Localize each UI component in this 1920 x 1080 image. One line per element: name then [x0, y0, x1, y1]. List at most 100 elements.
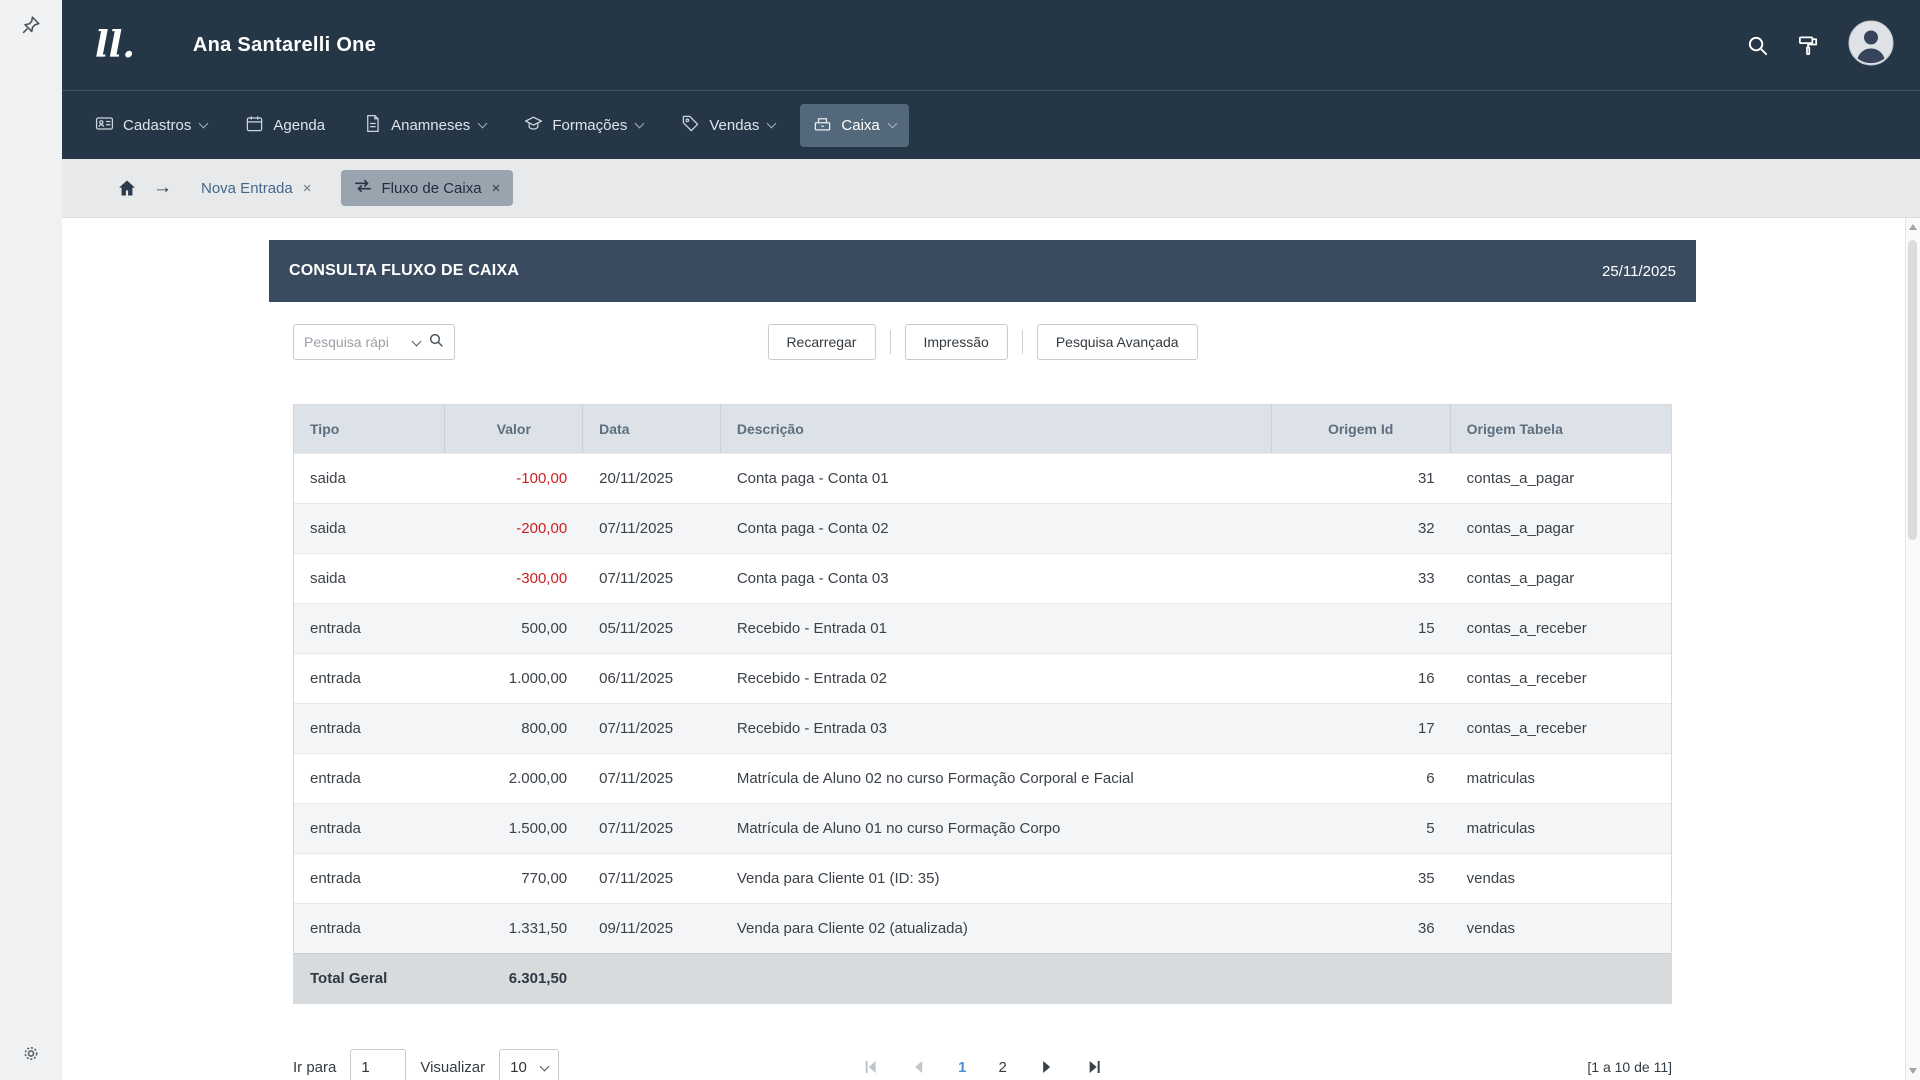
panel-header: CONSULTA FLUXO DE CAIXA 25/11/2025 — [269, 240, 1696, 302]
button-separator — [1022, 330, 1023, 354]
cell-valor: 1.500,00 — [445, 804, 583, 853]
document-pencil-icon — [363, 114, 382, 137]
nav-item-agenda[interactable]: Agenda — [232, 104, 338, 147]
col-header-origem-id[interactable]: Origem Id — [1272, 405, 1451, 453]
pin-icon[interactable] — [20, 14, 42, 41]
cell-data: 07/11/2025 — [583, 504, 721, 553]
col-header-descricao[interactable]: Descrição — [721, 405, 1272, 453]
search-icon[interactable] — [428, 332, 444, 353]
home-icon[interactable] — [117, 178, 137, 198]
cell-data: 07/11/2025 — [583, 704, 721, 753]
next-page-icon[interactable] — [1039, 1059, 1055, 1075]
table-row[interactable]: entrada 2.000,00 07/11/2025 Matrícula de… — [294, 753, 1671, 803]
close-icon[interactable]: × — [303, 180, 312, 197]
tab-label: Nova Entrada — [201, 180, 293, 197]
previous-page-icon[interactable] — [910, 1059, 926, 1075]
cell-tipo: entrada — [294, 704, 445, 753]
chevron-down-icon — [887, 118, 897, 128]
brand-logo: ll. — [95, 24, 135, 66]
pagination-controls: 1 2 — [862, 1059, 1103, 1076]
page-range-label: [1 a 10 de 11] — [1587, 1059, 1672, 1075]
table-row[interactable]: entrada 1.000,00 06/11/2025 Recebido - E… — [294, 653, 1671, 703]
cell-origem-tabela: contas_a_pagar — [1451, 554, 1671, 603]
col-header-valor[interactable]: Valor — [445, 405, 583, 453]
pagination-left: Ir para Visualizar 10 — [293, 1049, 559, 1080]
impressao-button[interactable]: Impressão — [904, 324, 1007, 360]
vertical-scrollbar[interactable] — [1905, 218, 1920, 1080]
goto-page-input[interactable] — [350, 1049, 406, 1080]
table-row[interactable]: saida -100,00 20/11/2025 Conta paga - Co… — [294, 453, 1671, 503]
nav-item-anamneses[interactable]: Anamneses — [350, 104, 499, 147]
cell-descricao: Conta paga - Conta 01 — [721, 454, 1272, 503]
cell-valor: 800,00 — [445, 704, 583, 753]
avatar[interactable] — [1848, 20, 1894, 71]
button-separator — [889, 330, 890, 354]
content-area: CONSULTA FLUXO DE CAIXA 25/11/2025 Recar… — [62, 218, 1920, 1080]
table-row[interactable]: saida -300,00 07/11/2025 Conta paga - Co… — [294, 553, 1671, 603]
cell-origem-tabela: matriculas — [1451, 754, 1671, 803]
cell-descricao: Recebido - Entrada 02 — [721, 654, 1272, 703]
cell-origem-id: 35 — [1272, 854, 1451, 903]
nav-item-caixa[interactable]: Caixa — [800, 104, 908, 147]
first-page-icon[interactable] — [862, 1059, 878, 1075]
col-header-data[interactable]: Data — [583, 405, 721, 453]
page-size-select[interactable]: 10 — [499, 1049, 559, 1080]
table-row[interactable]: saida -200,00 07/11/2025 Conta paga - Co… — [294, 503, 1671, 553]
quick-search-box[interactable] — [293, 324, 455, 360]
calendar-icon — [245, 114, 264, 137]
cell-tipo: entrada — [294, 754, 445, 803]
nav-item-cadastros[interactable]: Cadastros — [82, 104, 220, 147]
breadcrumb-arrow: → — [153, 177, 172, 199]
total-value: 6.301,50 — [445, 954, 583, 1003]
cell-descricao: Conta paga - Conta 03 — [721, 554, 1272, 603]
col-header-tipo[interactable]: Tipo — [294, 405, 445, 453]
chevron-down-icon — [478, 118, 488, 128]
table-body: saida -100,00 20/11/2025 Conta paga - Co… — [294, 453, 1671, 953]
scroll-down-arrow-icon[interactable] — [1909, 1068, 1917, 1074]
cell-origem-id: 31 — [1272, 454, 1451, 503]
cash-register-icon — [813, 114, 832, 137]
cell-data: 20/11/2025 — [583, 454, 721, 503]
tab-fluxo-de-caixa[interactable]: Fluxo de Caixa × — [341, 170, 514, 206]
table-row[interactable]: entrada 770,00 07/11/2025 Venda para Cli… — [294, 853, 1671, 903]
top-bar: ll. Ana Santarelli One — [62, 0, 1920, 91]
close-icon[interactable]: × — [492, 180, 501, 197]
cell-tipo: entrada — [294, 654, 445, 703]
pesquisa-avancada-button[interactable]: Pesquisa Avançada — [1037, 324, 1198, 360]
scroll-up-arrow-icon[interactable] — [1909, 224, 1917, 230]
table-row[interactable]: entrada 800,00 07/11/2025 Recebido - Ent… — [294, 703, 1671, 753]
cell-valor: -200,00 — [445, 504, 583, 553]
page-number-2[interactable]: 2 — [999, 1059, 1007, 1076]
tab-nova-entrada[interactable]: Nova Entrada × — [188, 171, 325, 206]
page-number-1[interactable]: 1 — [958, 1059, 966, 1076]
table-row[interactable]: entrada 500,00 05/11/2025 Recebido - Ent… — [294, 603, 1671, 653]
cell-origem-tabela: contas_a_pagar — [1451, 454, 1671, 503]
cell-valor: 2.000,00 — [445, 754, 583, 803]
quick-search-input[interactable] — [304, 334, 405, 350]
cell-origem-tabela: vendas — [1451, 854, 1671, 903]
cell-data: 05/11/2025 — [583, 604, 721, 653]
cell-origem-tabela: vendas — [1451, 904, 1671, 953]
cell-descricao: Matrícula de Aluno 01 no curso Formação … — [721, 804, 1272, 853]
table-row[interactable]: entrada 1.500,00 07/11/2025 Matrícula de… — [294, 803, 1671, 853]
chevron-down-icon[interactable] — [412, 336, 422, 346]
table-row[interactable]: entrada 1.331,50 09/11/2025 Venda para C… — [294, 903, 1671, 953]
table-header-row: Tipo Valor Data Descrição Origem Id Orig… — [294, 405, 1671, 453]
paint-roller-icon[interactable] — [1797, 34, 1820, 57]
nav-item-formacoes[interactable]: Formações — [511, 104, 656, 147]
nav-item-vendas[interactable]: Vendas — [668, 104, 788, 147]
search-icon[interactable] — [1746, 34, 1769, 57]
scrollbar-thumb[interactable] — [1908, 240, 1917, 540]
cell-valor: 500,00 — [445, 604, 583, 653]
cell-valor: -100,00 — [445, 454, 583, 503]
settings-gear-icon[interactable] — [22, 1044, 41, 1068]
last-page-icon[interactable] — [1087, 1059, 1103, 1075]
nav-label: Formações — [552, 117, 627, 134]
col-header-origem-tabela[interactable]: Origem Tabela — [1451, 405, 1671, 453]
total-label: Total Geral — [294, 954, 445, 1003]
chevron-down-icon — [199, 118, 209, 128]
chevron-down-icon — [635, 118, 645, 128]
recarregar-button[interactable]: Recarregar — [767, 324, 875, 360]
cell-origem-id: 17 — [1272, 704, 1451, 753]
transfer-arrows-icon — [354, 179, 372, 197]
